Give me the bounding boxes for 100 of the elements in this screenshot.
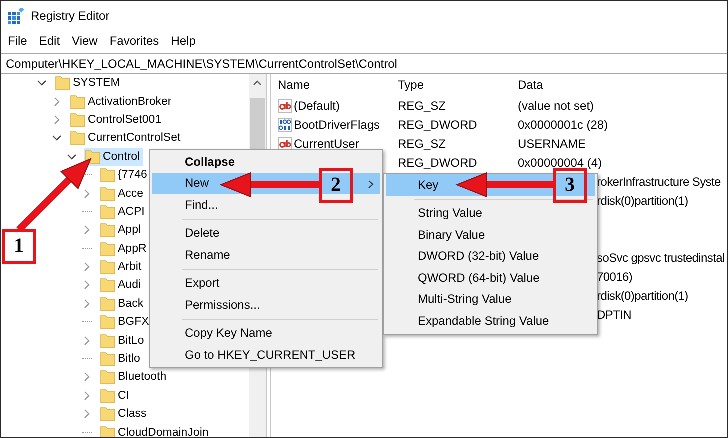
- value-type: REG_SZ: [398, 136, 446, 150]
- value-type: REG_SZ: [398, 98, 446, 112]
- value-data: soSvc gpsvc trustedinstal: [597, 250, 725, 264]
- folder-icon: [100, 296, 116, 312]
- chevron-up-icon[interactable]: [253, 80, 262, 86]
- value-name[interactable]: (Default): [294, 98, 340, 112]
- folder-icon: [100, 369, 116, 386]
- folder-icon: [55, 75, 71, 92]
- value-name[interactable]: CurrentUser: [294, 136, 360, 150]
- tree-item[interactable]: Audi: [99, 276, 144, 294]
- tree-item[interactable]: ControlSet001: [69, 110, 165, 129]
- tree-item[interactable]: ACPI: [99, 202, 148, 221]
- chevron-down-icon[interactable]: [52, 133, 62, 144]
- folder-icon: [100, 186, 116, 202]
- column-header[interactable]: Type: [398, 74, 518, 96]
- folder-icon: [100, 167, 116, 184]
- folder-icon: [100, 424, 116, 437]
- column-header[interactable]: Data: [518, 74, 727, 96]
- step-number: 2: [319, 168, 353, 203]
- menu-item[interactable]: Permissions...: [152, 294, 380, 316]
- chevron-right-icon[interactable]: [82, 225, 92, 236]
- tree-item[interactable]: ActivationBroker: [69, 92, 175, 111]
- value-data: rdisk(0)partition(1): [597, 288, 688, 302]
- folder-icon: [70, 112, 86, 128]
- menu-item[interactable]: File: [2, 34, 34, 48]
- address-field[interactable]: Computer\HKEY_LOCAL_MACHINE\SYSTEM\CurrentControlSet\Control: [1, 53, 727, 74]
- menu-item[interactable]: Rename: [152, 244, 380, 266]
- menu-item[interactable]: QWORD (64-bit) Value: [386, 267, 595, 288]
- tree-item[interactable]: Appl: [99, 221, 144, 240]
- menu-item[interactable]: Go to HKEY_CURRENT_USER: [152, 344, 380, 366]
- tree-item[interactable]: Bitlo: [99, 350, 144, 368]
- column-header[interactable]: Name: [278, 74, 398, 96]
- menu-item[interactable]: Binary Value: [386, 224, 595, 246]
- tree-item[interactable]: {7746: [99, 166, 150, 184]
- chevron-down-icon[interactable]: [67, 152, 77, 162]
- folder-icon: [100, 259, 116, 276]
- value-data: 0x0000001c (28): [518, 118, 608, 132]
- binary-value-icon: [278, 118, 292, 132]
- menu-item[interactable]: Favorites: [104, 34, 166, 48]
- value-data: rdisk(0)partition(1): [597, 194, 688, 208]
- tree-item[interactable]: CurrentControlSet: [69, 129, 184, 148]
- chevron-right-icon[interactable]: [82, 390, 92, 401]
- value-data: USERNAME: [518, 136, 586, 150]
- tree-item[interactable]: Arbit: [99, 258, 145, 276]
- menu-item[interactable]: DWORD (32-bit) Value: [386, 246, 595, 267]
- tree-item[interactable]: BGFX: [99, 313, 152, 332]
- string-value-icon: [278, 136, 292, 150]
- menu-item[interactable]: Help: [165, 34, 202, 48]
- chevron-right-icon[interactable]: [82, 298, 92, 309]
- grid-icon: [8, 8, 24, 24]
- chevron-right-icon[interactable]: [82, 280, 92, 290]
- menu-item[interactable]: View: [66, 34, 104, 48]
- value-type: REG_DWORD: [398, 118, 478, 132]
- tree-item[interactable]: Bluetooth: [99, 368, 170, 386]
- step-number: 1: [2, 229, 36, 264]
- menu-item[interactable]: Export: [152, 272, 380, 294]
- value-name[interactable]: BootDriverFlags: [294, 118, 380, 132]
- menu-item[interactable]: Expandable String Value: [386, 310, 595, 332]
- value-data: 70016): [597, 270, 633, 284]
- tree-item[interactable]: BitLo: [99, 332, 148, 350]
- value-type: REG_DWORD: [398, 156, 478, 170]
- tree-item[interactable]: Class: [99, 405, 150, 424]
- value-data: DPTIN: [597, 308, 632, 322]
- tree-item[interactable]: Back: [99, 294, 147, 313]
- chevron-down-icon[interactable]: [37, 78, 47, 88]
- menu-item[interactable]: Edit: [33, 34, 66, 48]
- value-data: rokerInfrastructure Syste: [597, 174, 721, 188]
- tree-item[interactable]: AppR: [99, 240, 150, 258]
- chevron-right-icon[interactable]: [82, 409, 92, 420]
- folder-icon: [100, 314, 116, 330]
- folder-icon: [100, 406, 116, 422]
- chevron-right-icon[interactable]: [52, 96, 62, 107]
- chevron-right-icon[interactable]: [82, 372, 92, 382]
- menu-item[interactable]: String Value: [386, 202, 595, 224]
- folder-icon: [70, 130, 86, 146]
- chevron-right-icon[interactable]: [82, 188, 92, 199]
- chevron-right-icon[interactable]: [82, 262, 92, 272]
- folder-icon: [100, 332, 116, 349]
- menu-item[interactable]: Delete: [152, 222, 380, 244]
- tree-item[interactable]: SYSTEM: [54, 74, 124, 92]
- tree-item[interactable]: Acce: [99, 184, 147, 203]
- chevron-right-icon[interactable]: [52, 114, 62, 125]
- chevron-right-icon[interactable]: [82, 336, 92, 346]
- tree-item[interactable]: CloudDomainJoin: [99, 424, 212, 437]
- folder-icon: [100, 240, 116, 257]
- folder-icon: [85, 148, 101, 165]
- folder-icon: [70, 94, 86, 110]
- value-data: (value not set): [518, 98, 594, 112]
- string-value-icon: [278, 98, 292, 112]
- tree-item[interactable]: CI: [99, 386, 132, 405]
- step-number: 3: [553, 168, 587, 203]
- folder-icon: [100, 204, 116, 220]
- folder-icon: [100, 222, 116, 238]
- value-data: 0x00000004 (4): [518, 156, 602, 170]
- window-title: Registry Editor: [31, 9, 110, 23]
- menu-item[interactable]: Multi-String Value: [386, 288, 595, 310]
- tree-item[interactable]: Control: [84, 148, 144, 166]
- folder-icon: [100, 277, 116, 294]
- folder-icon: [100, 351, 116, 368]
- menu-item[interactable]: Copy Key Name: [152, 322, 380, 344]
